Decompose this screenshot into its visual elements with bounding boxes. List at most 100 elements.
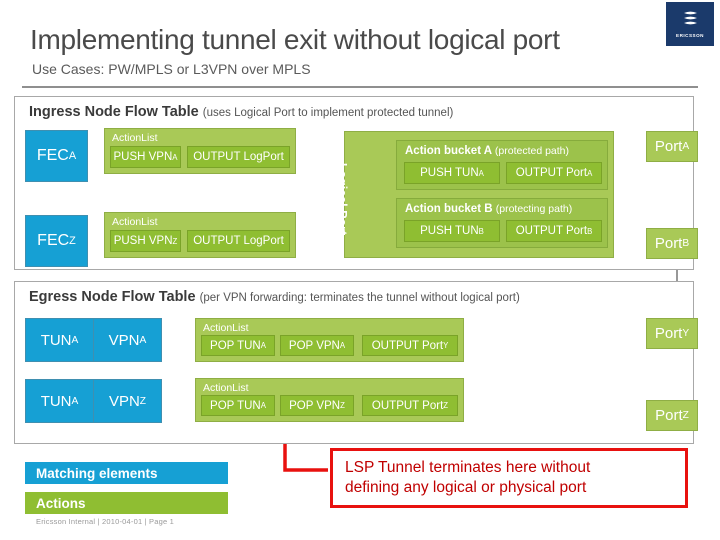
ingress-action-push-vpn-a[interactable]: PUSH VPN A [110, 146, 181, 168]
egress-match-tun-a-1-sub: A [71, 334, 79, 346]
ingress-title-text: Ingress Node Flow Table [29, 104, 199, 120]
ingress-port-b[interactable]: Port B [646, 228, 698, 259]
egress-port-z-label: Port [655, 407, 683, 424]
slide-canvas: Implementing tunnel exit without logical… [0, 0, 720, 540]
slide-footer: Ericsson Internal | 2010-04-01 | Page 1 [36, 517, 175, 526]
ingress-match-fec-a-label: FEC [36, 147, 69, 164]
ingress-title-note: (uses Logical Port to implement protecte… [202, 107, 454, 119]
egress-action-pop-tun-2[interactable]: POP TUN A [201, 395, 275, 416]
ingress-match-fec-a-sub: A [68, 150, 77, 162]
egress-match-tun-a-2: TUN A [26, 380, 93, 422]
action-bucket-a-label: Action bucket A (protected path) [405, 145, 569, 157]
action-bucket-a-title: Action bucket A [405, 145, 492, 157]
egress-action-pop-vpn-2[interactable]: POP VPN Z [280, 395, 354, 416]
egress-match-tun-a-1: TUN A [26, 319, 93, 361]
action-bucket-a-note: (protected path) [494, 145, 570, 157]
bucket-b-push-tun-sub: B [478, 226, 484, 236]
action-bucket-b-note: (protecting path) [495, 203, 573, 215]
egress-action-pop-vpn-1-label: POP VPN [288, 339, 340, 352]
ingress-match-fec-z-sub: Z [69, 235, 76, 247]
egress-port-y-sub: Y [682, 328, 690, 339]
egress-action-pop-tun-2-sub: A [260, 401, 266, 410]
egress-action-output-port-2[interactable]: OUTPUT Port Z [362, 395, 458, 416]
egress-match-row-2[interactable]: TUN A VPN Z [25, 379, 162, 423]
egress-action-pop-tun-1-label: POP TUN [210, 339, 261, 352]
ingress-action-output-logport-z-label: OUTPUT LogPort [193, 235, 284, 247]
bucket-b-output-port-label: OUTPUT Port [515, 225, 588, 237]
bucket-a-output-port-label: OUTPUT Port [515, 167, 588, 179]
egress-action-pop-tun-1[interactable]: POP TUN A [201, 335, 275, 356]
ingress-actionlist-z-label: ActionList [112, 216, 158, 228]
ingress-port-b-sub: B [682, 238, 690, 249]
header-divider [22, 86, 698, 88]
ingress-action-output-logport-z[interactable]: OUTPUT LogPort [187, 230, 290, 252]
page-subtitle: Use Cases: PW/MPLS or L3VPN over MPLS [32, 61, 311, 77]
egress-port-z[interactable]: Port Z [646, 400, 698, 431]
egress-action-pop-vpn-1-sub: A [339, 341, 346, 350]
egress-match-vpn-a-1-label: VPN [108, 331, 140, 349]
legend-actions: Actions [25, 492, 228, 514]
egress-action-pop-tun-1-sub: A [260, 341, 266, 350]
egress-match-tun-a-2-label: TUN [40, 392, 72, 410]
ingress-action-output-logport-a-label: OUTPUT LogPort [193, 151, 284, 163]
egress-match-vpn-a-1-sub: A [139, 334, 147, 346]
egress-match-vpn-a-1: VPN A [93, 319, 161, 361]
logical-port-vertical-label: Logical Port (GROUP_MOD) [318, 140, 349, 258]
ingress-action-push-vpn-a-label: PUSH VPN [113, 151, 173, 163]
egress-match-vpn-z-2-sub: Z [139, 395, 147, 407]
egress-match-vpn-z-2-label: VPN [108, 392, 140, 410]
bucket-b-output-port-sub: B [587, 226, 593, 236]
egress-port-z-sub: Z [682, 410, 689, 421]
egress-title-note: (per VPN forwarding: terminates the tunn… [199, 292, 520, 304]
ingress-action-output-logport-a[interactable]: OUTPUT LogPort [187, 146, 290, 168]
logical-port-subtitle: (GROUP_MOD) [323, 159, 335, 239]
ingress-action-push-vpn-z[interactable]: PUSH VPN Z [110, 230, 181, 252]
egress-action-output-port-2-sub: Z [443, 401, 449, 410]
ingress-action-push-vpn-a-sub: A [172, 152, 178, 162]
egress-action-pop-vpn-2-label: POP VPN [289, 399, 341, 412]
bucket-a-action-output-port[interactable]: OUTPUT Port A [506, 162, 602, 184]
ingress-port-a-sub: A [682, 141, 690, 152]
page-title: Implementing tunnel exit without logical… [30, 24, 560, 55]
ingress-port-a-label: Port [654, 138, 683, 155]
bucket-b-action-push-tun[interactable]: PUSH TUN B [404, 220, 500, 242]
bucket-a-push-tun-sub: A [478, 168, 484, 178]
egress-action-pop-vpn-1[interactable]: POP VPN A [280, 335, 354, 356]
bucket-a-push-tun-label: PUSH TUN [420, 167, 479, 179]
ingress-match-fec-z[interactable]: FEC Z [25, 215, 88, 267]
egress-action-pop-tun-2-label: POP TUN [210, 399, 261, 412]
ingress-port-a[interactable]: Port A [646, 131, 698, 162]
egress-panel-title: Egress Node Flow Table (per VPN forwardi… [29, 289, 520, 305]
bucket-b-action-output-port[interactable]: OUTPUT Port B [506, 220, 602, 242]
egress-match-tun-a-2-sub: A [71, 395, 79, 407]
ingress-action-push-vpn-z-sub: Z [172, 236, 178, 246]
egress-actionlist-2-label: ActionList [203, 382, 249, 394]
egress-match-row-1[interactable]: TUN A VPN A [25, 318, 162, 362]
ingress-action-push-vpn-z-label: PUSH VPN [113, 235, 173, 247]
logical-port-title: Logical Port [335, 162, 349, 236]
ingress-match-fec-z-label: FEC [37, 232, 70, 249]
callout-line-2: defining any logical or physical port [345, 479, 587, 496]
egress-action-output-port-2-label: OUTPUT Port [371, 399, 444, 412]
egress-actionlist-1-label: ActionList [203, 322, 249, 334]
legend-matching-elements: Matching elements [25, 462, 228, 484]
bucket-b-push-tun-label: PUSH TUN [420, 225, 479, 237]
egress-action-output-port-1-label: OUTPUT Port [371, 339, 444, 352]
egress-match-vpn-z-2: VPN Z [93, 380, 161, 422]
lsp-tunnel-callout: LSP Tunnel terminates here without defin… [330, 448, 688, 508]
egress-match-tun-a-1-label: TUN [40, 331, 72, 349]
action-bucket-b-label: Action bucket B (protecting path) [405, 203, 572, 215]
egress-port-y-label: Port [654, 325, 683, 342]
ericsson-logo: ERICSSON [666, 2, 714, 46]
lsp-tunnel-callout-text: LSP Tunnel terminates here without defin… [345, 458, 590, 498]
ingress-panel-title: Ingress Node Flow Table (uses Logical Po… [29, 104, 453, 120]
ingress-match-fec-a[interactable]: FEC A [25, 130, 88, 182]
egress-action-output-port-1-sub: Y [443, 341, 449, 350]
egress-title-text: Egress Node Flow Table [29, 289, 196, 305]
egress-port-y[interactable]: Port Y [646, 318, 698, 349]
bucket-a-action-push-tun[interactable]: PUSH TUN A [404, 162, 500, 184]
egress-action-output-port-1[interactable]: OUTPUT Port Y [362, 335, 458, 356]
ingress-actionlist-a-label: ActionList [112, 132, 158, 144]
ericsson-wave-icon [683, 11, 697, 25]
action-bucket-b-title: Action bucket B [405, 203, 493, 215]
